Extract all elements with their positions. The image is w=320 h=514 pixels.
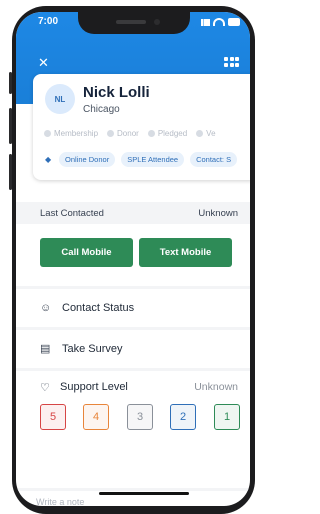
status-list: Membership Donor Pledged Ve (44, 129, 216, 138)
notch (78, 12, 190, 34)
contact-status-row[interactable]: ☺ Contact Status (16, 290, 250, 326)
wifi-icon (213, 18, 225, 26)
contact-status-icon: ☺ (40, 302, 52, 314)
support-level-value: Unknown (194, 381, 238, 393)
contact-status-label: Contact Status (62, 302, 135, 314)
support-level-5[interactable]: 5 (40, 404, 66, 430)
close-icon[interactable]: ✕ (38, 56, 49, 69)
check-circle-icon (147, 130, 155, 137)
status-donor: Donor (107, 129, 139, 138)
volume-down-button (9, 154, 12, 190)
support-level-3[interactable]: 3 (127, 404, 153, 430)
tag-chip[interactable]: SPLE Attendee (121, 152, 185, 167)
heart-icon: ♡ (40, 382, 50, 394)
home-indicator (99, 492, 189, 495)
tag-icon: ◆ (45, 155, 52, 164)
check-circle-icon (44, 130, 51, 137)
last-contacted-row: Last Contacted Unknown (16, 202, 250, 224)
divider (16, 368, 250, 371)
tag-chip[interactable]: Online Donor (59, 152, 116, 167)
divider (16, 286, 250, 289)
call-mobile-button[interactable]: Call Mobile (40, 238, 133, 267)
support-level-1[interactable]: 1 (214, 404, 240, 430)
check-circle-icon (107, 130, 115, 137)
tag-chip[interactable]: Contact: S (190, 152, 238, 167)
status-bar: 7:00 (16, 12, 250, 34)
take-survey-row[interactable]: ▤ Take Survey (16, 331, 250, 367)
contact-card: NL Nick Lolli Chicago Membership Donor P… (33, 74, 250, 180)
support-level-2[interactable]: 2 (170, 404, 196, 430)
note-input[interactable]: Write a note (16, 488, 250, 506)
check-circle-icon (196, 130, 204, 137)
status-volunteer: Ve (196, 129, 216, 138)
contact-name: Nick Lolli (83, 84, 150, 101)
volume-up-button (9, 108, 12, 144)
avatar: NL (45, 84, 75, 114)
apps-grid-icon[interactable] (224, 57, 239, 68)
status-icons (201, 18, 240, 26)
status-pledged: Pledged (147, 129, 187, 138)
divider (16, 327, 250, 330)
status-time: 7:00 (38, 16, 59, 27)
last-contacted-label: Last Contacted (40, 208, 104, 219)
last-contacted-value: Unknown (198, 208, 238, 219)
status-membership: Membership (44, 129, 98, 138)
tag-list: ◆ Online Donor SPLE Attendee Contact: S (45, 152, 238, 167)
support-level-4[interactable]: 4 (83, 404, 109, 430)
support-level-label: Support Level (60, 381, 128, 393)
mute-switch (9, 72, 12, 94)
support-level-row: ♡ Support Level Unknown (16, 378, 250, 398)
note-placeholder: Write a note (36, 497, 85, 506)
clipboard-icon: ▤ (40, 343, 51, 355)
contact-city: Chicago (83, 104, 120, 115)
battery-icon (228, 18, 240, 26)
text-mobile-button[interactable]: Text Mobile (139, 238, 232, 267)
signal-icon (201, 18, 210, 26)
app-screen: 7:00 ✕ NL Nick Lolli Chicago Membership … (16, 12, 250, 506)
take-survey-label: Take Survey (62, 343, 123, 355)
